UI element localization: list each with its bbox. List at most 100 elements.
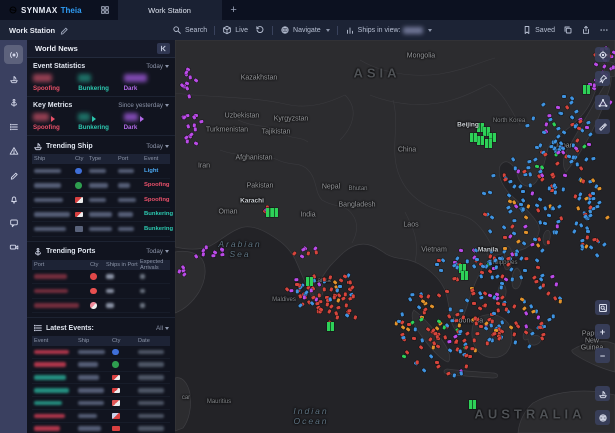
table-row[interactable]	[32, 372, 170, 385]
ship-marker[interactable]	[332, 295, 335, 299]
filter-selector[interactable]: All	[156, 325, 169, 332]
ship-marker[interactable]	[581, 179, 585, 184]
ship-marker[interactable]	[547, 113, 552, 117]
ship-marker[interactable]	[410, 293, 415, 297]
port-marker[interactable]	[583, 85, 590, 94]
sidebar-item-anchor[interactable]	[4, 93, 23, 112]
ship-marker[interactable]	[483, 303, 487, 308]
ship-marker[interactable]	[547, 186, 550, 191]
ship-marker[interactable]	[448, 307, 451, 312]
sidebar-item-chat[interactable]	[4, 213, 23, 232]
zoom-in-button[interactable]: +	[595, 324, 610, 339]
table-row[interactable]: Light	[32, 164, 170, 179]
ship-marker[interactable]	[611, 65, 614, 69]
ship-marker[interactable]	[201, 252, 205, 257]
more-menu-icon[interactable]	[599, 25, 609, 35]
copy-icon[interactable]	[563, 25, 573, 35]
table-row[interactable]: Spoofing	[32, 179, 170, 194]
ship-marker[interactable]	[499, 285, 503, 290]
ship-marker[interactable]	[513, 166, 516, 170]
sidebar-item-bell[interactable]	[4, 189, 23, 208]
table-row[interactable]	[32, 359, 170, 372]
search-button[interactable]: Search	[172, 25, 207, 35]
ship-marker[interactable]	[309, 288, 313, 293]
ship-marker[interactable]	[353, 315, 357, 320]
zoom-out-button[interactable]: −	[595, 348, 610, 363]
live-button[interactable]: Live	[222, 25, 248, 35]
navigate-menu[interactable]: Navigate	[280, 25, 330, 35]
saved-button[interactable]: Saved	[522, 25, 555, 35]
table-row[interactable]	[32, 346, 170, 359]
ship-marker[interactable]	[575, 162, 579, 167]
table-row[interactable]: Bunkering	[32, 208, 170, 223]
ship-marker[interactable]	[317, 293, 320, 298]
ship-marker[interactable]	[199, 119, 204, 123]
ship-marker[interactable]	[501, 302, 506, 306]
port-marker[interactable]	[327, 322, 334, 331]
ship-marker[interactable]	[551, 314, 554, 318]
ship-marker[interactable]	[401, 335, 406, 339]
table-row[interactable]	[32, 284, 170, 299]
ship-marker[interactable]	[413, 327, 416, 332]
ship-marker[interactable]	[194, 127, 197, 132]
table-row[interactable]: Bunkering	[32, 222, 170, 237]
map-canvas[interactable]: ASIAAUSTRALIAKazakhstanMongoliaUzbekista…	[175, 40, 615, 433]
collapse-panel-button[interactable]	[157, 43, 170, 54]
new-tab-button[interactable]: +	[222, 0, 246, 20]
ship-marker[interactable]	[293, 278, 297, 281]
ship-marker[interactable]	[519, 203, 524, 207]
ship-marker[interactable]	[541, 332, 546, 336]
ship-marker[interactable]	[314, 250, 318, 255]
sidebar-item-ship[interactable]	[4, 69, 23, 88]
ship-marker[interactable]	[470, 347, 475, 350]
table-row[interactable]	[32, 299, 170, 314]
ship-marker[interactable]	[352, 294, 355, 299]
port-marker[interactable]	[477, 136, 484, 145]
ship-marker[interactable]	[488, 261, 492, 266]
ship-marker[interactable]	[303, 295, 306, 299]
ship-marker[interactable]	[335, 288, 339, 293]
ship-marker[interactable]	[503, 247, 507, 250]
table-row[interactable]: Spoofing	[32, 193, 170, 208]
sidebar-item-video[interactable]	[4, 237, 23, 256]
port-marker[interactable]	[469, 400, 476, 409]
range-selector[interactable]: Today	[146, 248, 169, 255]
ship-button[interactable]	[595, 386, 610, 401]
ship-marker[interactable]	[220, 253, 225, 257]
port-marker[interactable]	[306, 277, 313, 286]
ship-marker[interactable]	[496, 308, 500, 313]
ship-marker[interactable]	[521, 189, 525, 192]
ship-marker[interactable]	[347, 309, 351, 312]
ruler-button[interactable]	[595, 119, 610, 134]
history-button[interactable]	[255, 25, 265, 35]
table-row[interactable]	[32, 397, 170, 410]
sidebar-item-table[interactable]	[4, 117, 23, 136]
port-marker[interactable]	[470, 133, 477, 142]
ship-marker[interactable]	[459, 309, 463, 312]
port-marker[interactable]	[485, 139, 492, 148]
ship-marker[interactable]	[558, 299, 562, 304]
ship-marker[interactable]	[322, 277, 326, 282]
range-selector[interactable]: Today	[146, 143, 169, 150]
ship-marker[interactable]	[315, 301, 320, 305]
area-search-button[interactable]	[595, 300, 610, 315]
ship-marker[interactable]	[344, 303, 348, 308]
ship-marker[interactable]	[204, 245, 207, 249]
table-row[interactable]	[32, 270, 170, 285]
table-row[interactable]	[32, 423, 170, 433]
export-icon[interactable]	[581, 25, 591, 35]
table-row[interactable]	[32, 384, 170, 397]
ship-marker[interactable]	[187, 94, 191, 99]
ship-marker[interactable]	[536, 315, 540, 320]
sidebar-item-warning[interactable]	[4, 141, 23, 160]
ship-marker[interactable]	[471, 302, 476, 305]
sidebar-item-news-feed[interactable]	[4, 45, 23, 64]
port-marker[interactable]	[461, 271, 468, 280]
edit-title-icon[interactable]	[59, 25, 69, 35]
layers-button[interactable]	[595, 410, 610, 425]
ship-marker[interactable]	[530, 191, 534, 196]
ships-in-view-control[interactable]: Ships in view:	[345, 25, 433, 35]
measure-button[interactable]	[595, 95, 610, 110]
table-row[interactable]	[32, 410, 170, 423]
dashboard-grid-icon[interactable]	[92, 0, 118, 20]
